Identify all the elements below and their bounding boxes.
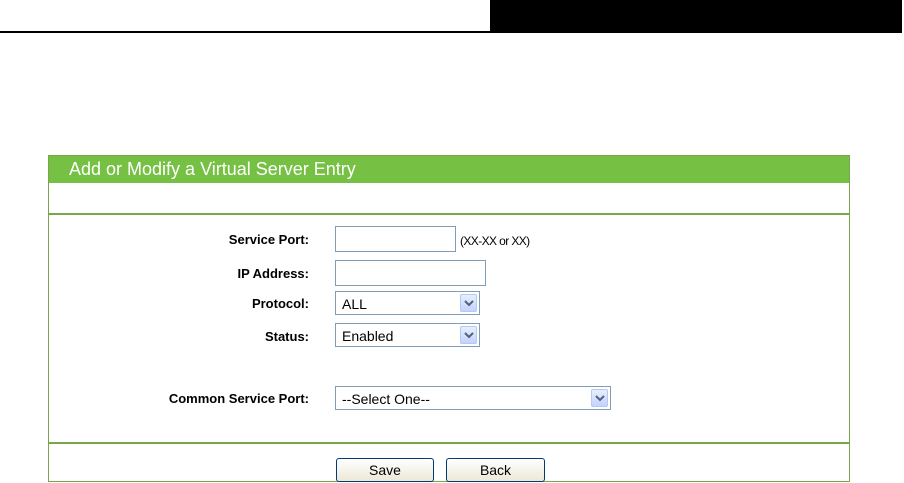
- service-port-hint: (XX-XX or XX): [460, 234, 530, 248]
- virtual-server-panel: Add or Modify a Virtual Server Entry Ser…: [48, 155, 850, 482]
- service-port-label: Service Port:: [228, 232, 309, 247]
- ip-address-input[interactable]: [335, 260, 486, 286]
- top-separator: [49, 213, 849, 215]
- common-service-port-select[interactable]: --Select One--: [335, 386, 611, 410]
- chevron-down-icon[interactable]: [460, 294, 477, 312]
- status-select[interactable]: Enabled: [335, 323, 480, 347]
- service-port-input[interactable]: [335, 226, 456, 252]
- status-label: Status:: [264, 329, 309, 344]
- top-divider-line: [0, 31, 490, 33]
- common-service-port-value: --Select One--: [342, 391, 430, 407]
- back-button[interactable]: Back: [446, 458, 545, 482]
- ip-address-label: IP Address:: [237, 266, 309, 281]
- protocol-value: ALL: [342, 296, 367, 312]
- bottom-separator: [49, 442, 849, 444]
- common-service-port-label: Common Service Port:: [168, 391, 309, 406]
- protocol-label: Protocol:: [251, 296, 309, 311]
- status-value: Enabled: [342, 328, 394, 344]
- chevron-down-icon[interactable]: [591, 389, 608, 407]
- save-button[interactable]: Save: [336, 458, 434, 482]
- chevron-down-icon[interactable]: [460, 326, 477, 344]
- protocol-select[interactable]: ALL: [335, 291, 480, 315]
- panel-title: Add or Modify a Virtual Server Entry: [49, 156, 849, 183]
- top-header-bar: [490, 0, 902, 33]
